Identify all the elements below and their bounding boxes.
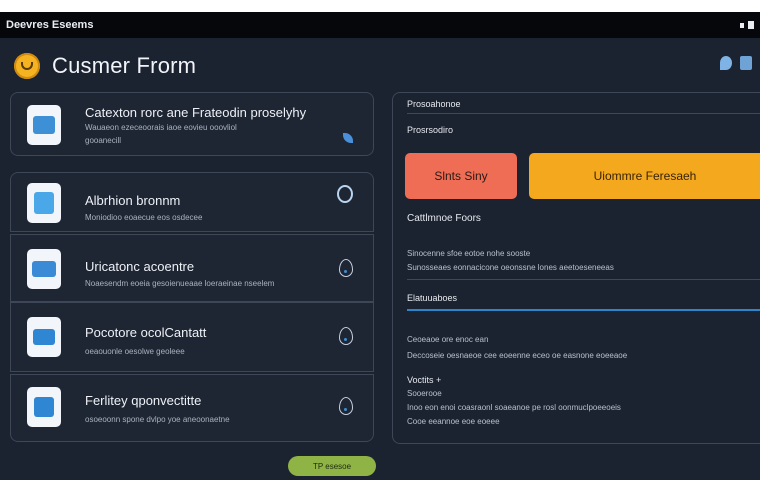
window-controls[interactable] [740, 21, 754, 29]
form-card-contact[interactable]: Albrhion bronnm Moniodioo eoaecue eos os… [10, 172, 374, 232]
card-title: Ferlitey qponvectitte [85, 393, 202, 408]
contact-card-icon [27, 183, 61, 223]
chat-screen-icon [27, 317, 61, 357]
page-title: Cusmer Frorm [52, 53, 197, 78]
form-card-intro[interactable]: Catexton rorc ane Frateodin proselyhy Wa… [10, 92, 374, 156]
edit-icon[interactable] [343, 133, 353, 143]
window-grid-icon [27, 387, 61, 427]
divider [407, 113, 760, 114]
section-title[interactable]: Voctits + [407, 375, 441, 385]
secondary-action-button[interactable]: Uiommre Feresaeh [529, 153, 760, 199]
ring-icon[interactable] [337, 185, 353, 203]
folder-icon [27, 105, 61, 145]
droplet-icon[interactable] [339, 397, 353, 415]
window-top-edge [0, 0, 760, 12]
card-description: Noaesendm eoeia gesoienueaae loeraeinae … [85, 279, 275, 288]
pin-icon[interactable] [720, 56, 732, 70]
droplet-icon[interactable] [339, 327, 353, 345]
list-item: Ceoeaoe ore enoc ean [407, 335, 489, 344]
divider [407, 279, 760, 280]
card-description: Wauaeon ezeceoorais iaoe eovieu ooovliol… [85, 123, 237, 145]
card-title: Albrhion bronnm [85, 193, 181, 208]
list-item: Cooe eeannoe eoe eoeee [407, 417, 500, 426]
window-titlebar: Deevres Eseems [0, 12, 760, 38]
smiley-logo-icon [14, 53, 40, 79]
list-item: Sunosseaes eonnacicone oeonssne lones ae… [407, 263, 614, 272]
card-description: oeaouonle oesolwe geoleee [85, 347, 185, 356]
list-item: Sinocenne sfoe eotoe nohe sooste [407, 249, 531, 258]
droplet-icon[interactable] [339, 259, 353, 277]
list-item: Inoo eon enoi coasraonl soaeanoe pe rosl… [407, 403, 621, 412]
form-card-identity[interactable]: Uricatonc acoentre Noaesendm eoeia gesoi… [10, 234, 374, 302]
card-description: osoeoonn spone dvlpo yoe aneoonaetne [85, 415, 230, 424]
primary-action-button[interactable]: Slnts Siny [405, 153, 517, 199]
form-card-contact-details[interactable]: Pocotore ocolCantatt oeaouonle oesolwe g… [10, 302, 374, 372]
app-header: Cusmer Frorm [14, 50, 754, 82]
submit-button[interactable]: TP esesoe [288, 456, 376, 476]
section-subtitle: Prosrsodiro [407, 125, 454, 135]
section-title: Elatuuaboes [407, 293, 458, 303]
accent-divider [407, 309, 760, 311]
list-item: Sooerooe [407, 389, 442, 398]
list-item: Deccoseie oesnaeoe cee eoeenne eceo oe e… [407, 351, 628, 360]
card-description: Moniodioo eoaecue eos osdecee [85, 213, 203, 222]
form-card-feedback[interactable]: Ferlitey qponvectitte osoeoonn spone dvl… [10, 374, 374, 442]
minimize-icon[interactable] [740, 22, 744, 28]
id-card-icon [27, 249, 61, 289]
form-settings-panel: Prosoahonoe Prosrsodiro Slnts Siny Uiomm… [392, 92, 760, 444]
window-title: Deevres Eseems [6, 19, 94, 31]
close-icon[interactable] [748, 21, 754, 29]
section-title: Cattlmnoe Foors [407, 213, 481, 224]
card-title: Pocotore ocolCantatt [85, 325, 207, 340]
section-title: Prosoahonoe [407, 99, 461, 109]
clipboard-icon[interactable] [740, 56, 752, 70]
card-title: Catexton rorc ane Frateodin proselyhy [85, 105, 307, 120]
header-actions [720, 56, 752, 70]
card-title: Uricatonc acoentre [85, 259, 195, 274]
